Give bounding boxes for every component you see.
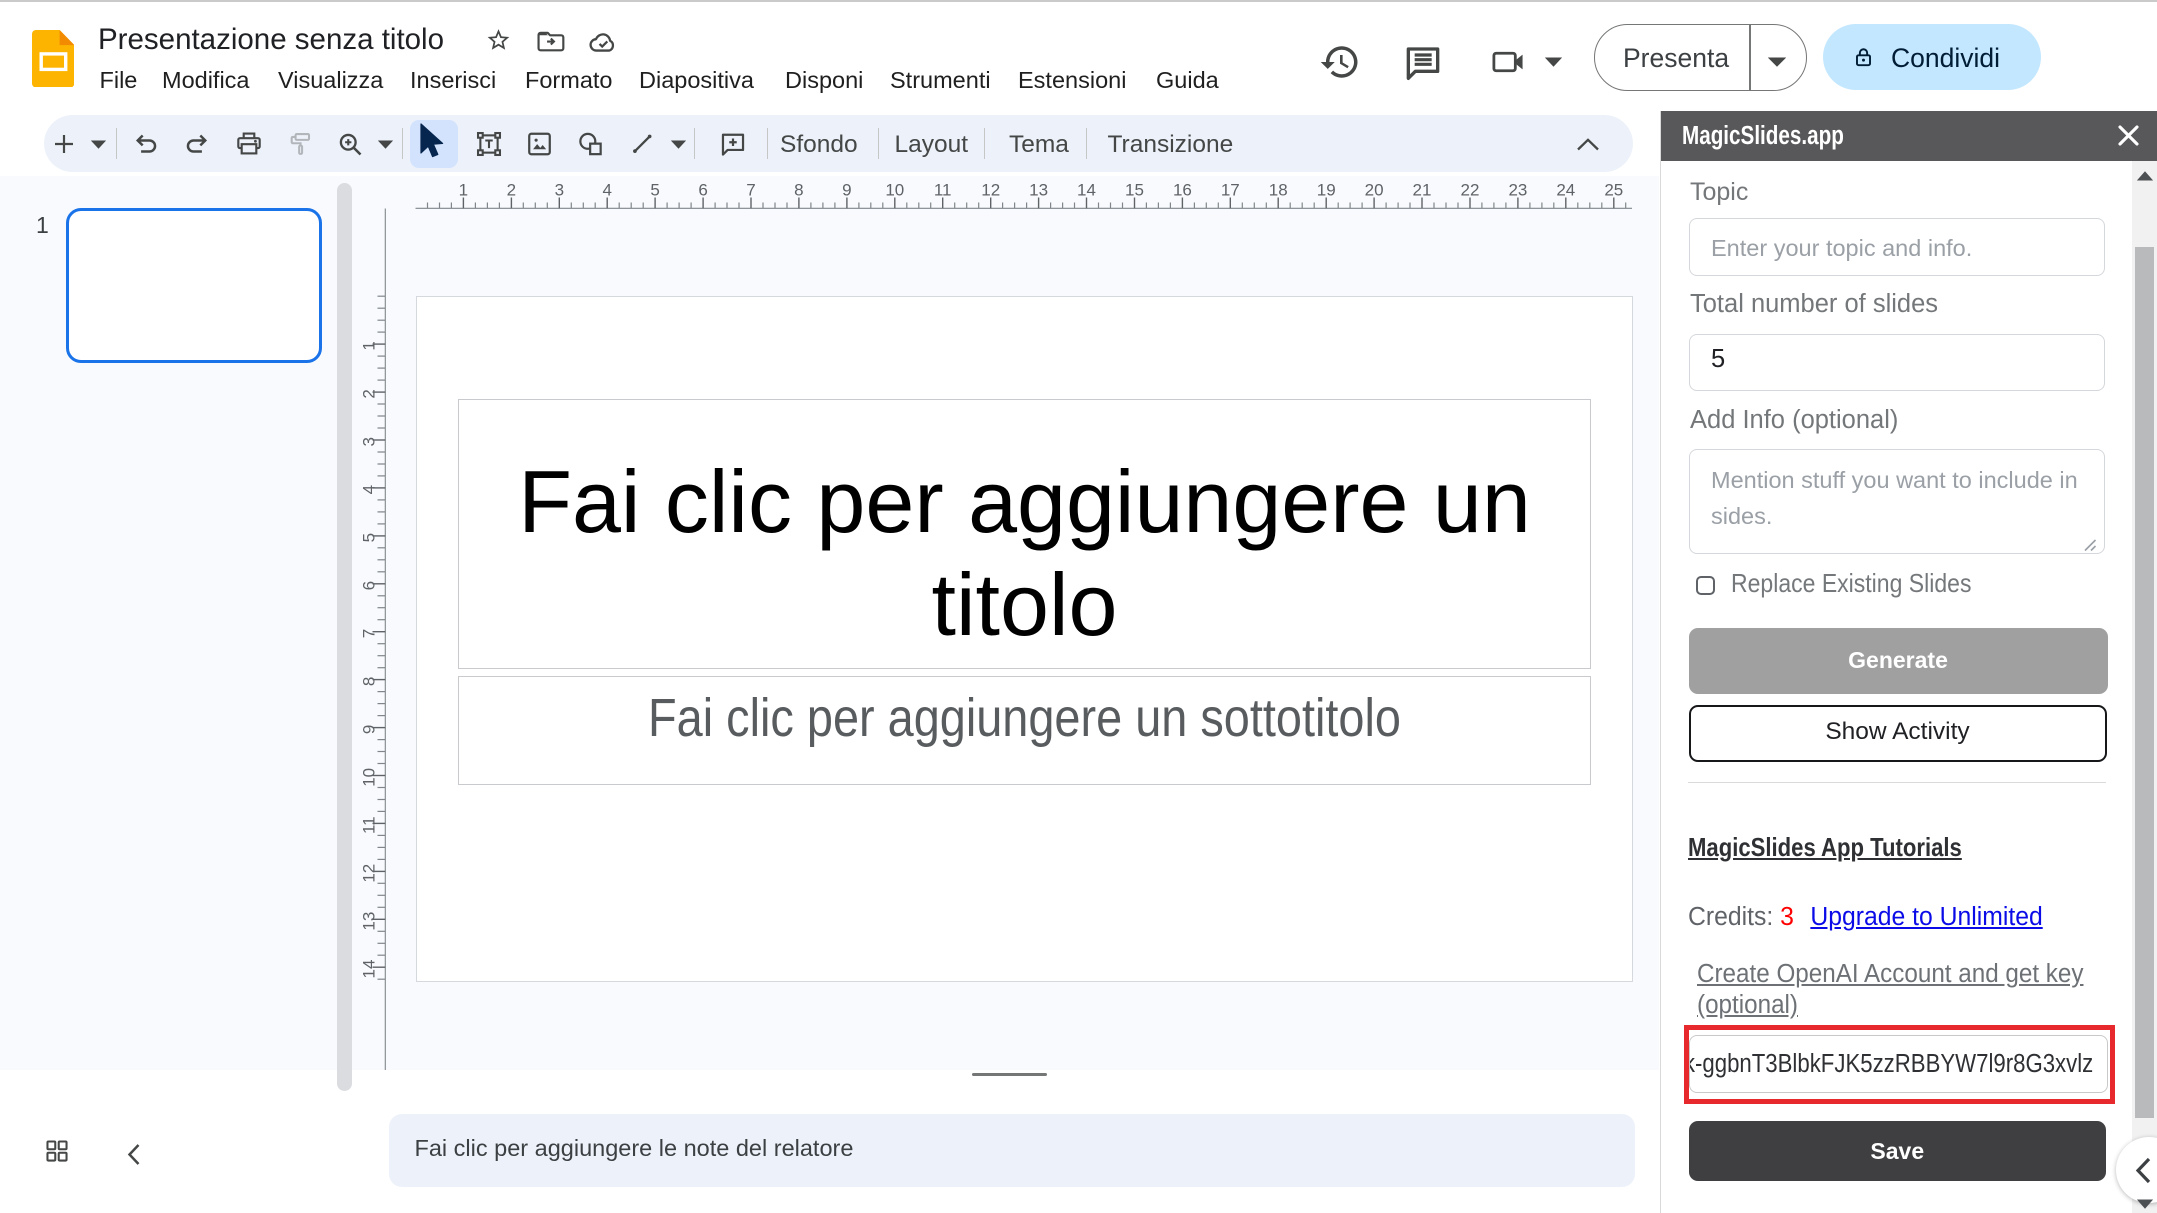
svg-text:8: 8 [360,677,379,686]
svg-text:24: 24 [1556,181,1575,200]
svg-text:19: 19 [1317,181,1336,200]
svg-text:13: 13 [360,912,379,931]
svg-text:2: 2 [507,181,516,200]
svg-text:18: 18 [1269,181,1288,200]
svg-text:16: 16 [1173,181,1192,200]
svg-text:11: 11 [360,816,379,834]
svg-text:1: 1 [360,341,379,350]
svg-text:22: 22 [1461,181,1480,200]
svg-text:23: 23 [1508,181,1527,200]
svg-text:3: 3 [360,437,379,446]
svg-text:13: 13 [1029,181,1048,200]
svg-text:6: 6 [698,181,707,200]
svg-text:10: 10 [885,181,904,200]
svg-text:14: 14 [1077,181,1096,200]
svg-text:7: 7 [746,181,755,200]
svg-text:9: 9 [360,725,379,734]
svg-text:3: 3 [555,181,564,200]
svg-text:12: 12 [981,181,1000,200]
svg-text:15: 15 [1125,181,1144,200]
svg-text:7: 7 [360,629,379,638]
svg-text:14: 14 [360,960,379,979]
svg-text:1: 1 [459,181,468,200]
svg-text:21: 21 [1413,181,1432,200]
svg-text:11: 11 [934,181,952,200]
svg-text:8: 8 [794,181,803,200]
svg-text:5: 5 [360,533,379,542]
svg-text:4: 4 [360,485,379,494]
svg-text:9: 9 [842,181,851,200]
svg-text:12: 12 [360,864,379,883]
svg-text:10: 10 [360,768,379,787]
svg-text:4: 4 [602,181,611,200]
svg-text:25: 25 [1604,181,1623,200]
svg-text:6: 6 [360,581,379,590]
svg-text:17: 17 [1221,181,1240,200]
svg-text:2: 2 [360,389,379,398]
svg-text:20: 20 [1365,181,1384,200]
svg-text:5: 5 [650,181,659,200]
